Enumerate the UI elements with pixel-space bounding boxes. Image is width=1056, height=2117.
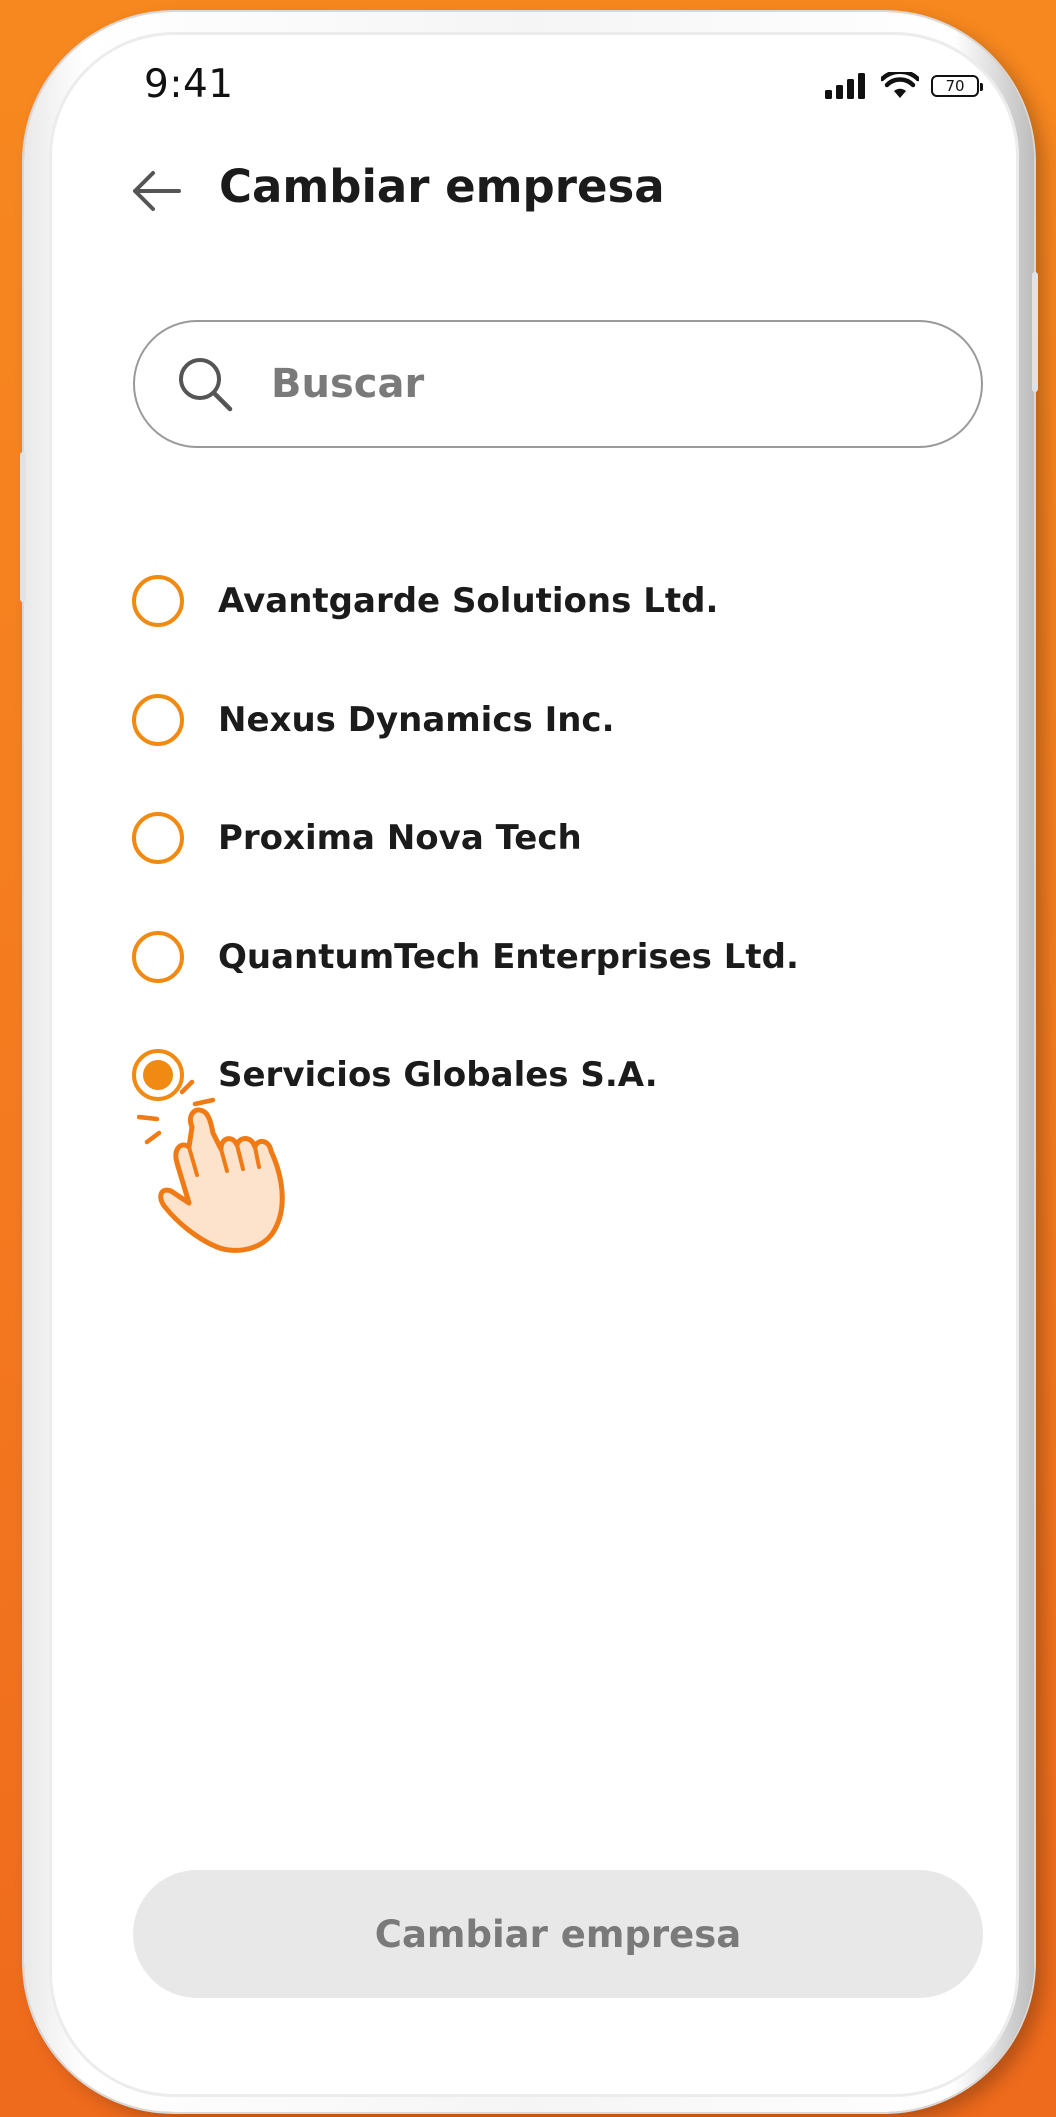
- radio-button[interactable]: [132, 575, 184, 628]
- radio-button[interactable]: [132, 693, 184, 746]
- company-option[interactable]: Avantgarde Solutions Ltd.: [132, 542, 992, 661]
- page-title: Cambiar empresa: [219, 160, 665, 213]
- search-field[interactable]: [133, 320, 983, 448]
- status-icons: 70: [825, 72, 983, 100]
- radio-button[interactable]: [132, 812, 184, 865]
- company-label: QuantumTech Enterprises Ltd.: [218, 936, 799, 977]
- battery-level: 70: [945, 77, 965, 95]
- phone-frame: 9:41 70 Cambiar empresa Buscar Avantgard…: [20, 12, 1038, 2112]
- phone-side-button: [1032, 272, 1038, 392]
- search-icon: [179, 358, 233, 412]
- status-time: 9:41: [144, 62, 234, 107]
- company-label: Proxima Nova Tech: [218, 818, 582, 859]
- app-screen: 9:41 70 Cambiar empresa Buscar Avantgard…: [49, 32, 1019, 2097]
- arrow-left-icon[interactable]: [129, 164, 183, 218]
- company-list: Avantgarde Solutions Ltd. Nexus Dynamics…: [132, 542, 992, 1135]
- company-option[interactable]: Nexus Dynamics Inc.: [132, 661, 992, 780]
- signal-bars-icon: [825, 73, 865, 99]
- wifi-icon: [881, 72, 919, 98]
- change-company-button[interactable]: Cambiar empresa: [133, 1870, 983, 1998]
- company-option[interactable]: QuantumTech Enterprises Ltd.: [132, 898, 992, 1017]
- company-option[interactable]: Proxima Nova Tech: [132, 779, 992, 898]
- phone-volume-up-button: [20, 452, 26, 602]
- company-label: Nexus Dynamics Inc.: [218, 699, 615, 740]
- company-label: Avantgarde Solutions Ltd.: [218, 581, 719, 622]
- battery-indicator: 70: [931, 75, 983, 97]
- search-input[interactable]: [269, 360, 873, 408]
- tap-hand-icon: [137, 1079, 285, 1253]
- radio-button[interactable]: [132, 930, 184, 983]
